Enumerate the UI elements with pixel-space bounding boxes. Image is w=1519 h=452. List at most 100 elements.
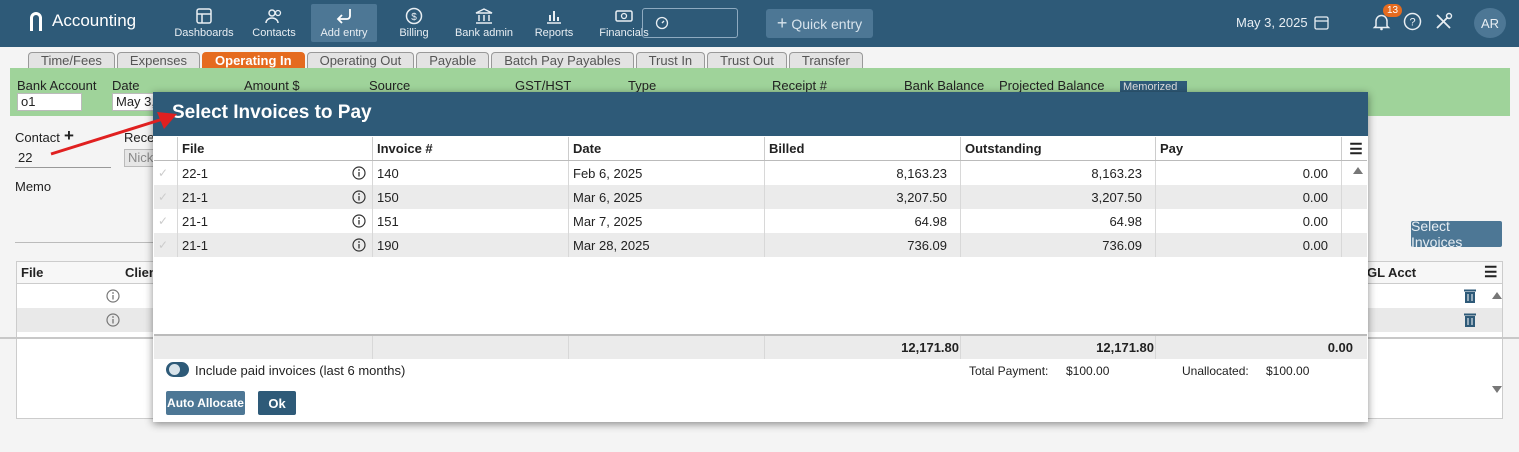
invoice-row[interactable]: ✓ 21-1 190 Mar 28, 2025 736.09 736.09 0.… xyxy=(154,233,1367,257)
tab-operating-out[interactable]: Operating Out xyxy=(306,52,415,69)
invoice-row[interactable]: ✓ 22-1 140 Feb 6, 2025 8,163.23 8,163.23… xyxy=(154,161,1367,185)
tab-operating-in[interactable]: Operating In xyxy=(202,52,305,69)
column-menu-icon[interactable]: ☰ xyxy=(1484,263,1497,281)
invoice-number: 190 xyxy=(373,233,569,257)
invoice-pay-input[interactable]: 0.00 xyxy=(1156,161,1342,185)
column-menu-icon[interactable]: ☰ xyxy=(1342,137,1366,160)
avatar[interactable]: AR xyxy=(1474,8,1506,38)
quick-entry-label: Quick entry xyxy=(791,15,863,32)
total-payment-label: Total Payment: xyxy=(969,364,1049,378)
invoice-billed: 64.98 xyxy=(765,209,961,233)
select-invoices-button[interactable]: Select Invoices xyxy=(1411,218,1502,250)
current-date[interactable]: May 3, 2025 xyxy=(1236,15,1329,30)
row-select-checkbox[interactable]: ✓ xyxy=(154,209,178,233)
projected-balance-label: Projected Balance xyxy=(999,78,1105,93)
info-icon[interactable] xyxy=(352,214,366,228)
quick-entry-button[interactable]: + Quick entry xyxy=(766,9,873,38)
auto-allocate-button[interactable]: Auto Allocate xyxy=(166,391,245,415)
invoice-pay-input[interactable]: 0.00 xyxy=(1156,209,1342,233)
invoice-outstanding: 64.98 xyxy=(961,209,1156,233)
invoice-row[interactable]: ✓ 21-1 151 Mar 7, 2025 64.98 64.98 0.00 xyxy=(154,209,1367,233)
invoice-date: Mar 6, 2025 xyxy=(569,185,765,209)
check-icon: ✓ xyxy=(158,238,169,252)
calendar-icon xyxy=(1313,16,1329,30)
type-label: Type xyxy=(628,78,657,93)
file-column-header[interactable]: File xyxy=(178,137,373,160)
totals-spacer xyxy=(569,336,765,359)
nav-bank-admin-label: Bank admin xyxy=(454,27,514,39)
check-icon: ✓ xyxy=(158,190,169,204)
nav-reports-label: Reports xyxy=(534,27,574,39)
tab-trust-in[interactable]: Trust In xyxy=(635,52,706,69)
select-invoices-dialog: Select Invoices to Pay File Invoice # Da… xyxy=(153,92,1368,422)
tab-transfer[interactable]: Transfer xyxy=(788,52,863,69)
current-date-text: May 3, 2025 xyxy=(1236,15,1308,30)
trash-icon[interactable] xyxy=(1463,288,1477,304)
chart-icon xyxy=(547,11,561,24)
bank-balance-label: Bank Balance xyxy=(904,78,985,93)
info-icon[interactable] xyxy=(352,166,366,180)
info-icon[interactable] xyxy=(352,238,366,252)
invoice-pay-input[interactable]: 0.00 xyxy=(1156,185,1342,209)
invoice-number: 151 xyxy=(373,209,569,233)
outstanding-column-header[interactable]: Outstanding xyxy=(961,137,1156,160)
invoice-file: 22-1 xyxy=(182,165,209,181)
dashboard-icon xyxy=(196,8,212,24)
tools-icon[interactable] xyxy=(1434,12,1453,31)
scroll-up-icon[interactable] xyxy=(1353,167,1363,174)
financials-icon xyxy=(615,10,633,22)
date-column-header[interactable]: Date xyxy=(569,137,765,160)
scroll-down-icon[interactable] xyxy=(1492,386,1502,393)
help-icon[interactable]: ? xyxy=(1403,12,1422,31)
svg-text:$: $ xyxy=(411,12,417,23)
info-icon[interactable] xyxy=(352,190,366,204)
gst-label: GST/HST xyxy=(515,78,572,93)
nav-dashboards[interactable]: Dashboards xyxy=(171,4,237,42)
tab-expenses[interactable]: Expenses xyxy=(116,52,201,69)
timer-icon xyxy=(655,16,669,30)
main-nav: Dashboards Contacts Add entry $ Billing … xyxy=(171,4,661,42)
tab-payable[interactable]: Payable xyxy=(416,52,490,69)
row-select-checkbox[interactable]: ✓ xyxy=(154,185,178,209)
row-select-checkbox[interactable]: ✓ xyxy=(154,233,178,257)
ok-button[interactable]: Ok xyxy=(258,391,296,415)
invoice-column-header[interactable]: Invoice # xyxy=(373,137,569,160)
invoice-file: 21-1 xyxy=(182,189,209,205)
nav-add-entry[interactable]: Add entry xyxy=(311,4,377,42)
nav-billing[interactable]: $ Billing xyxy=(381,4,447,42)
timer-widget[interactable] xyxy=(642,8,738,38)
invoice-outstanding: 3,207.50 xyxy=(961,185,1156,209)
tab-trust-out[interactable]: Trust Out xyxy=(707,52,787,69)
memo-underline xyxy=(15,242,155,243)
info-icon[interactable] xyxy=(106,289,120,303)
annotation-arrow-icon xyxy=(50,112,177,156)
pay-column-header[interactable]: Pay xyxy=(1156,137,1342,160)
invoice-row[interactable]: ✓ 21-1 150 Mar 6, 2025 3,207.50 3,207.50… xyxy=(154,185,1367,209)
check-icon: ✓ xyxy=(158,166,169,180)
tab-time-fees[interactable]: Time/Fees xyxy=(28,52,115,69)
invoices-grid-header: File Invoice # Date Billed Outstanding P… xyxy=(154,137,1367,161)
invoice-billed: 3,207.50 xyxy=(765,185,961,209)
invoice-date: Feb 6, 2025 xyxy=(569,161,765,185)
invoice-pay-input[interactable]: 0.00 xyxy=(1156,233,1342,257)
billed-column-header[interactable]: Billed xyxy=(765,137,961,160)
nav-billing-label: Billing xyxy=(399,27,429,39)
brand[interactable]: Accounting xyxy=(28,11,136,31)
amount-label: Amount $ xyxy=(244,78,300,93)
trash-icon[interactable] xyxy=(1463,312,1477,328)
date-label: Date xyxy=(112,78,140,93)
info-icon[interactable] xyxy=(106,313,120,327)
nav-contacts[interactable]: Contacts xyxy=(241,4,307,42)
include-paid-toggle[interactable] xyxy=(166,362,189,377)
dollar-icon: $ xyxy=(405,7,423,25)
totals-spacer xyxy=(154,336,373,359)
nav-bank-admin[interactable]: Bank admin xyxy=(451,4,517,42)
svg-text:?: ? xyxy=(1409,17,1415,29)
tab-batch-pay-payables[interactable]: Batch Pay Payables xyxy=(491,52,634,69)
unallocated-value: $100.00 xyxy=(1266,364,1310,378)
top-bar: Accounting Dashboards Contacts Add entry… xyxy=(0,0,1519,47)
scroll-up-icon[interactable] xyxy=(1492,292,1502,299)
nav-reports[interactable]: Reports xyxy=(521,4,587,42)
check-icon: ✓ xyxy=(158,214,169,228)
receipt-label: Receipt # xyxy=(772,78,827,93)
